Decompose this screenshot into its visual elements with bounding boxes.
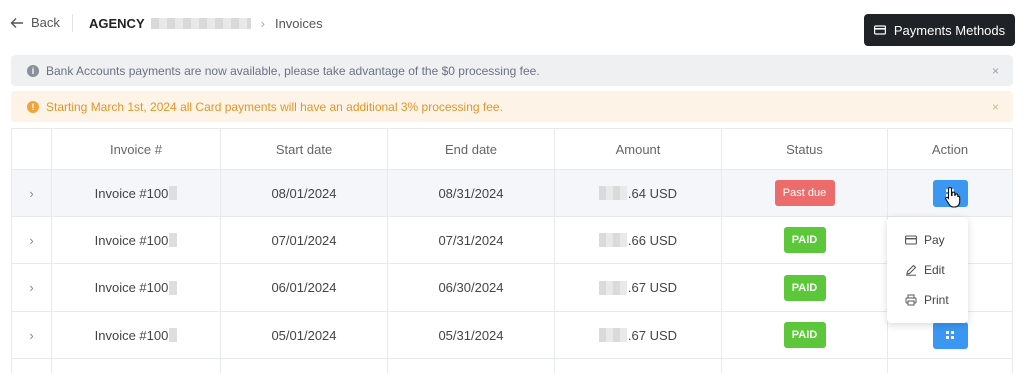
grid-icon [946, 331, 954, 339]
table-row[interactable]: › Invoice #100 05/01/2024 05/31/2024 .67… [12, 312, 1012, 359]
header-action: Action [887, 129, 1012, 169]
start-date: 05/01/2024 [220, 312, 387, 358]
table-header: Invoice # Start date End date Amount Sta… [12, 129, 1012, 170]
info-alert-text: Bank Accounts payments are now available… [46, 63, 540, 78]
printer-icon [905, 294, 917, 306]
status-badge: PAID [783, 274, 826, 301]
info-icon: i [27, 64, 39, 77]
start-date: 08/01/2024 [220, 170, 387, 216]
chevron-right-icon[interactable]: › [29, 280, 33, 295]
close-icon[interactable]: × [992, 100, 999, 114]
credit-card-icon [873, 25, 886, 35]
menu-item-print-label: Print [924, 293, 949, 307]
start-date: 06/01/2024 [220, 264, 387, 311]
hand-cursor-icon [945, 186, 961, 208]
menu-item-print[interactable]: Print [887, 285, 968, 315]
status-badge: Past due [774, 180, 835, 206]
action-menu-button[interactable] [932, 321, 968, 349]
close-icon[interactable]: × [992, 64, 999, 78]
redacted-amount [598, 233, 627, 247]
info-alert: i Bank Accounts payments are now availab… [11, 55, 1013, 86]
header-expand [12, 129, 51, 169]
table-row[interactable]: › Invoice #100 08/01/2024 08/31/2024 .64… [12, 170, 1012, 217]
warning-alert: ! Starting March 1st, 2024 all Card paym… [11, 91, 1013, 122]
start-date: 07/01/2024 [220, 217, 387, 263]
top-bar: Back AGENCY › Invoices Payments Methods [0, 0, 1024, 48]
warning-icon: ! [27, 100, 39, 113]
redacted-amount [598, 186, 627, 200]
warning-alert-text: Starting March 1st, 2024 all Card paymen… [46, 99, 503, 114]
chevron-right-icon[interactable]: › [29, 328, 33, 343]
credit-card-icon [905, 235, 917, 245]
amount: .64 USD [627, 185, 678, 201]
redacted-digits [169, 328, 178, 342]
invoices-table: Invoice # Start date End date Amount Sta… [11, 128, 1013, 373]
redacted-amount [598, 280, 627, 295]
divider [72, 14, 73, 32]
breadcrumb-current: Invoices [274, 16, 323, 31]
end-date: 05/31/2024 [387, 312, 554, 358]
end-date: 08/31/2024 [387, 170, 554, 216]
chevron-right-icon[interactable]: › [29, 233, 33, 248]
table-row [12, 359, 1012, 373]
redacted-agency-name [150, 18, 251, 29]
menu-item-edit[interactable]: Edit [887, 255, 968, 285]
invoice-number: Invoice #100 [94, 327, 169, 343]
action-dropdown-menu: Pay Edit Print [887, 217, 968, 323]
payments-methods-label: Payments Methods [893, 22, 1006, 38]
menu-item-edit-label: Edit [924, 263, 945, 277]
menu-item-pay[interactable]: Pay [887, 225, 968, 255]
invoice-number: Invoice #100 [94, 280, 169, 295]
header-end-date: End date [387, 129, 554, 169]
table-row[interactable]: › Invoice #100 06/01/2024 06/30/2024 .67… [12, 264, 1012, 312]
header-invoice: Invoice # [51, 129, 220, 169]
back-button[interactable]: Back [10, 15, 60, 30]
payments-methods-button[interactable]: Payments Methods [864, 14, 1015, 46]
redacted-digits [169, 233, 178, 247]
amount: .67 USD [627, 327, 678, 343]
header-amount: Amount [554, 129, 721, 169]
status-badge: PAID [783, 227, 826, 253]
redacted-digits [169, 280, 178, 295]
menu-item-pay-label: Pay [924, 233, 945, 247]
header-start-date: Start date [220, 129, 387, 169]
redacted-amount [598, 328, 627, 342]
header-status: Status [721, 129, 887, 169]
breadcrumb-agency[interactable]: AGENCY [89, 16, 145, 31]
breadcrumb: AGENCY › Invoices [89, 16, 323, 31]
arrow-left-icon [10, 17, 23, 28]
redacted-digits [169, 186, 178, 200]
chevron-right-icon[interactable]: › [29, 186, 33, 201]
invoice-number: Invoice #100 [94, 232, 169, 248]
end-date: 07/31/2024 [387, 217, 554, 263]
amount: .67 USD [627, 280, 678, 295]
status-badge: PAID [783, 322, 826, 348]
amount: .66 USD [627, 232, 678, 248]
pencil-icon [906, 264, 917, 276]
back-label: Back [31, 15, 60, 30]
invoice-number: Invoice #100 [94, 185, 169, 201]
table-row[interactable]: › Invoice #100 07/01/2024 07/31/2024 .66… [12, 217, 1012, 264]
breadcrumb-separator-icon: › [260, 16, 265, 31]
end-date: 06/30/2024 [387, 264, 554, 311]
